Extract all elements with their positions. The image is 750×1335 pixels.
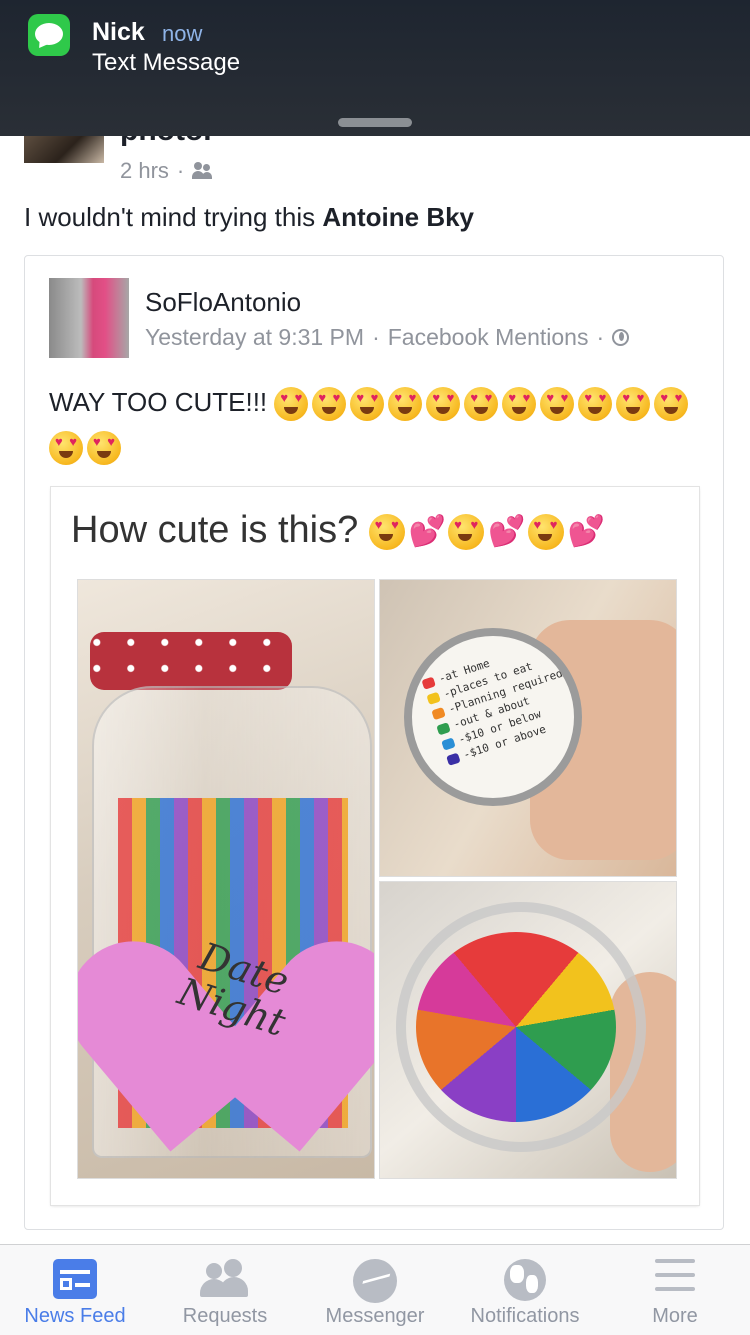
meta-separator: · — [596, 324, 605, 350]
previous-story-time[interactable]: 2 hrs — [120, 158, 169, 184]
messages-icon — [28, 14, 70, 56]
photo-title: How cute is this? 💕 💕 💕 — [71, 509, 607, 552]
tab-notifications[interactable]: Notifications — [450, 1245, 600, 1335]
notification-sender: Nick — [92, 18, 145, 46]
tab-requests[interactable]: Requests — [150, 1245, 300, 1335]
tagged-friend-link[interactable]: Antoine Bky — [322, 202, 474, 232]
notification-banner[interactable]: Nick now Text Message — [0, 0, 750, 136]
heart-eyes-emoji — [616, 387, 651, 422]
heart-eyes-emoji — [464, 387, 499, 422]
post-text: I wouldn't mind trying this Antoine Bky — [24, 202, 474, 233]
two-hearts-emoji: 💕 — [567, 515, 605, 549]
lid-photo: -at Home -places to eat -Planning required… — [379, 579, 677, 877]
news-feed-icon — [53, 1259, 97, 1299]
two-hearts-emoji: 💕 — [488, 515, 526, 549]
previous-story-meta: 2 hrs · — [120, 158, 214, 184]
heart-eyes-emoji — [368, 513, 405, 550]
shared-post-meta: Yesterday at 9:31 PM · Facebook Mentions… — [145, 324, 630, 351]
jar-photo: Date Night — [77, 579, 375, 1179]
tab-label: News Feed — [24, 1305, 126, 1327]
heart-eyes-emoji — [350, 387, 385, 422]
notification-drag-handle[interactable] — [338, 118, 412, 127]
sticks-photo — [379, 881, 677, 1179]
heart-eyes-emoji — [502, 387, 537, 422]
heart-eyes-emoji — [87, 431, 121, 466]
tab-news-feed[interactable]: News Feed — [0, 1245, 150, 1335]
lid-color-key: -at Home -places to eat -Planning required… — [404, 628, 582, 806]
tab-label: Requests — [182, 1305, 268, 1327]
messenger-icon — [353, 1259, 397, 1303]
heart-eyes-emoji — [448, 513, 485, 550]
date-night-heart-label: Date Night — [78, 868, 374, 1152]
colored-sticks-pile — [416, 932, 616, 1122]
jar-lid — [90, 632, 292, 690]
heart-eyes-emoji — [312, 387, 347, 422]
heart-eyes-emoji — [540, 387, 575, 422]
shared-post-source[interactable]: Facebook Mentions — [388, 324, 589, 351]
heart-eyes-emoji — [388, 387, 423, 422]
author-name[interactable]: SoFloAntonio — [145, 287, 301, 318]
heart-eyes-emoji — [578, 387, 613, 422]
friends-icon — [192, 162, 214, 180]
heart-eyes-emoji — [527, 513, 564, 550]
heart-eyes-emoji — [49, 431, 83, 466]
heart-eyes-emoji — [274, 387, 309, 422]
notifications-globe-icon — [504, 1259, 546, 1301]
photo-title-text: How cute is this? — [71, 509, 359, 551]
tab-messenger[interactable]: Messenger — [300, 1245, 450, 1335]
tab-label: More — [652, 1305, 698, 1327]
menu-icon — [655, 1259, 695, 1293]
lid-category-list: -at Home -places to eat -Planning required… — [421, 636, 574, 769]
tab-label: Notifications — [470, 1305, 580, 1327]
notification-message: Text Message — [92, 49, 241, 76]
two-hearts-emoji: 💕 — [408, 515, 447, 549]
shared-post-timestamp[interactable]: Yesterday at 9:31 PM — [145, 324, 364, 351]
tab-label: Messenger — [325, 1305, 425, 1327]
caption-text: WAY TOO CUTE!!! — [49, 387, 268, 417]
tab-bar: News Feed Requests Messenger Notificatio… — [0, 1244, 750, 1335]
shared-post-card[interactable]: SoFloAntonio Yesterday at 9:31 PM · Face… — [24, 255, 724, 1230]
heart-eyes-emoji — [654, 387, 689, 422]
notification-time: now — [162, 21, 203, 46]
meta-separator: · — [372, 324, 380, 350]
meta-separator: · — [176, 158, 185, 183]
tab-more[interactable]: More — [600, 1245, 750, 1335]
friend-requests-icon — [200, 1259, 250, 1299]
post-body: I wouldn't mind trying this — [24, 202, 323, 232]
heart-eyes-emoji — [426, 387, 461, 422]
shared-photo[interactable]: How cute is this? 💕 💕 💕 Date Night -at Hom… — [51, 487, 699, 1205]
shared-post-caption: WAY TOO CUTE!!! — [49, 380, 699, 468]
globe-icon — [612, 329, 630, 346]
author-avatar[interactable] — [49, 278, 129, 358]
